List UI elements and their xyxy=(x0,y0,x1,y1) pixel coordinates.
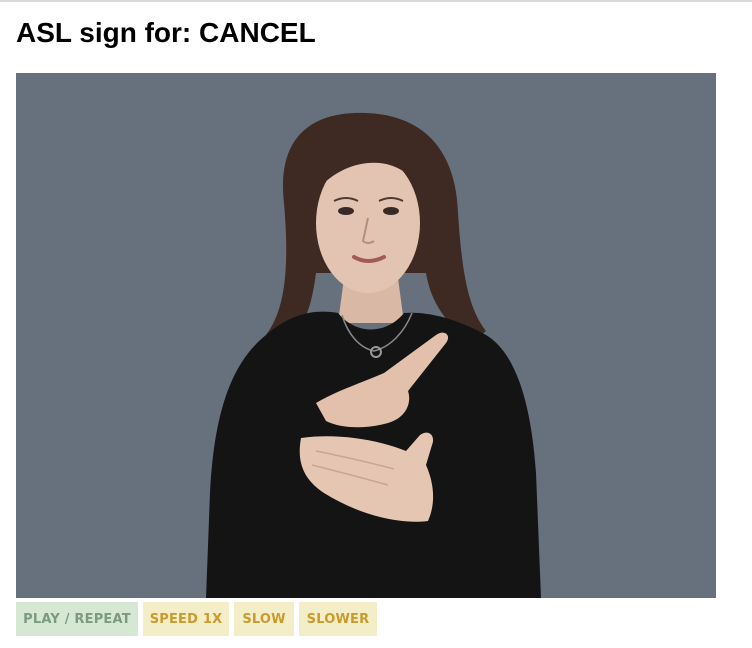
page-title: ASL sign for: CANCEL xyxy=(16,17,316,48)
slower-button[interactable]: SLOWER xyxy=(299,602,377,636)
sign-video-player[interactable] xyxy=(16,73,716,598)
playback-controls: PLAY / REPEAT SPEED 1X SLOW SLOWER xyxy=(16,602,377,636)
top-divider xyxy=(0,0,752,2)
video-frame-icon xyxy=(16,73,716,598)
speed-1x-button[interactable]: SPEED 1X xyxy=(143,602,229,636)
slow-button[interactable]: SLOW xyxy=(234,602,294,636)
play-repeat-button[interactable]: PLAY / REPEAT xyxy=(16,602,138,636)
